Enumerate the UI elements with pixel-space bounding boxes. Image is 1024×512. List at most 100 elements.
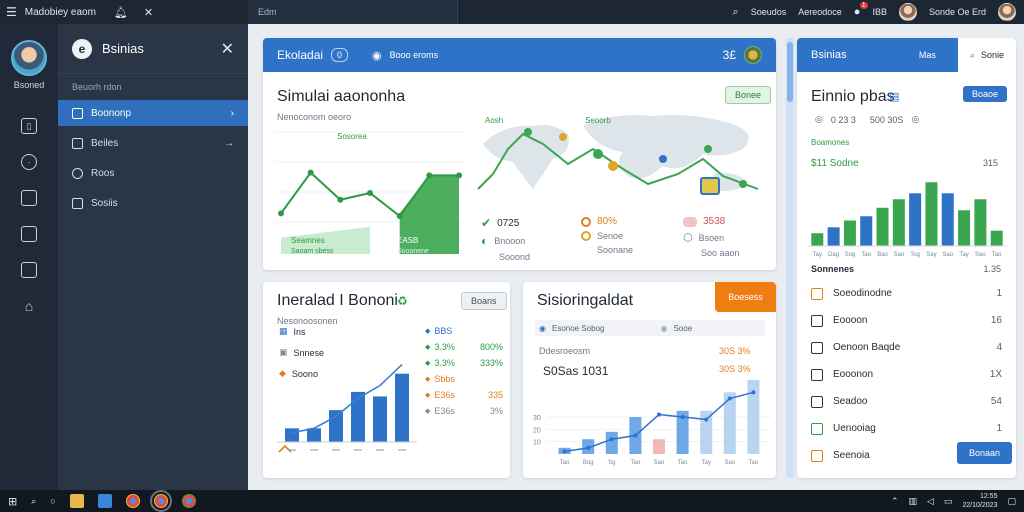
header-tab[interactable]: Mas	[919, 50, 950, 60]
puzzle-icon[interactable]	[21, 226, 37, 242]
browser-icon[interactable]	[125, 494, 140, 508]
diamond-icon: ◆	[425, 376, 431, 383]
orange-action-button[interactable]: Boesess	[715, 282, 776, 312]
clock-date: 22/10/2023	[962, 502, 998, 509]
notification-icon[interactable]: ▢	[1007, 496, 1016, 507]
volume-icon[interactable]: ◁	[927, 496, 934, 507]
close-icon[interactable]: ✕	[144, 6, 153, 19]
list-item[interactable]: Eoooon 16	[797, 307, 1016, 334]
clock-icon[interactable]: ·	[21, 154, 37, 170]
network-icon[interactable]: ▥	[908, 496, 917, 507]
list-item[interactable]: Uenooiag 1	[797, 415, 1016, 442]
close-icon[interactable]: ✕	[221, 39, 234, 59]
vertical-scrollbar[interactable]	[786, 38, 794, 478]
bar	[285, 428, 299, 442]
header-avatar[interactable]	[744, 46, 762, 64]
rail-avatar[interactable]	[11, 40, 47, 76]
start-icon[interactable]: ⊞	[8, 495, 17, 508]
store-icon[interactable]	[97, 494, 112, 508]
brand-logo-icon: e	[72, 38, 92, 59]
header-search-tab[interactable]: ⌕ Sonie	[957, 38, 1016, 72]
sidebar-item-boononp[interactable]: Boononp ›	[58, 100, 248, 126]
stat-sub: Bsoen	[698, 232, 725, 243]
target-icon	[581, 231, 591, 241]
data-point	[727, 396, 732, 401]
battery-icon[interactable]: ▭	[944, 496, 953, 507]
sidebar-item-roos[interactable]: Roos	[58, 160, 248, 186]
document-icon[interactable]: ▯	[21, 118, 37, 134]
status-dot-icon	[581, 216, 591, 227]
browser-icon[interactable]	[149, 490, 172, 512]
list-item[interactable]: Oenoon Baqde 4	[797, 334, 1016, 361]
browser-icon[interactable]	[181, 494, 196, 508]
sidenav-section-label: Beuorh rdon	[72, 82, 122, 92]
sidebar-item-beiles[interactable]: Beiles →	[58, 130, 248, 156]
list-item-label: Oenoon Baqde	[833, 342, 901, 353]
sidenav-title: Bsinias	[102, 41, 144, 56]
list-item-icon	[811, 449, 823, 462]
account-label[interactable]: Aereodoce	[798, 7, 842, 17]
stat-value: 0725	[497, 217, 520, 229]
tab-edm[interactable]: Edm	[248, 0, 458, 24]
monitor-icon[interactable]	[21, 262, 37, 278]
task-view-icon[interactable]: ○	[50, 496, 55, 506]
menu-label[interactable]: IBB	[872, 7, 887, 17]
bar	[958, 210, 971, 246]
metric-label: Sbbs	[434, 374, 455, 384]
chevron-right-icon: ›	[230, 107, 234, 119]
list-item-icon	[811, 368, 823, 381]
header-link[interactable]: Booo eroms	[390, 50, 439, 60]
header-chip[interactable]: 0	[331, 48, 349, 62]
recycle-icon: ♻	[397, 294, 408, 308]
chart-icon: ▤	[889, 91, 900, 103]
sidebar-item-sosiis[interactable]: Sosiis	[58, 190, 248, 216]
card-title: Ineralad I Bononi	[277, 292, 398, 309]
x-tick-label: Bao	[877, 252, 888, 258]
arrow-right-icon: →	[224, 137, 234, 149]
x-tick-label: Dag	[828, 252, 839, 258]
chevron-up-icon[interactable]: ⌃	[891, 496, 899, 507]
metric-row: ◆ 3.3% 333%	[425, 358, 503, 368]
profile-avatar[interactable]	[998, 3, 1016, 21]
list-item-icon	[811, 395, 823, 408]
bar	[351, 391, 365, 442]
list-item[interactable]: Eooonon 1X	[797, 361, 1016, 388]
card-button[interactable]: Boans	[461, 292, 507, 310]
x-tick-label: Tao	[678, 460, 688, 466]
user-avatar[interactable]	[898, 3, 917, 21]
bottom-action-button[interactable]: Bonaan	[957, 442, 1013, 464]
info-icon: ◎	[815, 114, 823, 124]
stat-value: 80%	[597, 216, 618, 227]
scrollbar-thumb[interactable]	[787, 42, 793, 102]
card-header-title: Bsinias	[811, 49, 847, 61]
data-point	[396, 213, 403, 220]
metric-row: ◆ 3.3% 800%	[425, 342, 503, 352]
notification-icon[interactable]: ● 1	[854, 2, 868, 18]
circle-icon: ◉	[539, 323, 546, 333]
x-tick-label: Sao	[894, 252, 905, 258]
bar	[974, 199, 987, 246]
home-icon[interactable]: ⌂	[21, 298, 37, 314]
bell-icon[interactable]: 🔔︎	[114, 6, 128, 19]
user-label[interactable]: Sonde Oe Erd	[929, 7, 986, 17]
data-point	[337, 196, 344, 203]
green-action-button[interactable]: Bonee	[725, 86, 772, 104]
search-icon[interactable]: ⌕	[733, 6, 739, 19]
folder-icon[interactable]	[69, 494, 84, 508]
card-primary-button[interactable]: Boaoe	[963, 86, 1008, 102]
area-label-right: EASB	[397, 236, 419, 245]
list-item-value: 1	[996, 423, 1002, 434]
list-item[interactable]: Soeodinodne 1	[797, 280, 1016, 307]
clipboard-icon[interactable]	[21, 190, 37, 206]
bar	[860, 216, 873, 246]
list-item[interactable]: Seadoo 54	[797, 388, 1016, 415]
card-subtitle: Nenoconom oeoro	[277, 112, 352, 122]
diamond-icon: ◆	[425, 392, 431, 399]
search-label[interactable]: Soeudos	[751, 7, 787, 17]
diamond-icon: ◆	[425, 344, 431, 351]
stat-sub2: Soonane	[597, 245, 634, 255]
x-tick-label: Sao	[942, 252, 953, 258]
search-icon[interactable]: ⌕	[31, 496, 36, 507]
clock[interactable]: 12:55 22/10/2023	[962, 492, 997, 510]
bar	[329, 410, 343, 442]
